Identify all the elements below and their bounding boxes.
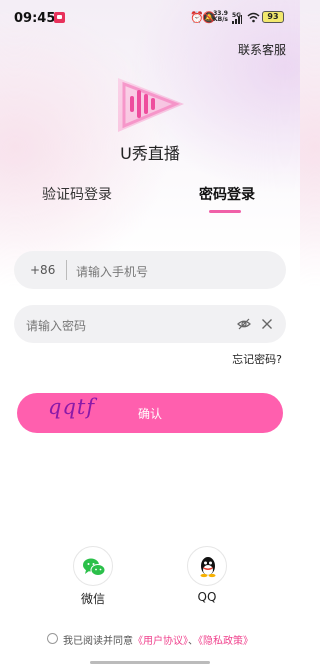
agreement-checkbox[interactable] bbox=[47, 633, 58, 644]
wifi-icon bbox=[247, 12, 260, 23]
agreement-text: 我已阅读并同意《用户协议》、《隐私政策》 bbox=[63, 632, 253, 647]
agreement-prefix: 我已阅读并同意 bbox=[63, 636, 133, 647]
active-tab-indicator bbox=[209, 210, 241, 213]
notification-app-icon bbox=[54, 12, 65, 23]
app-logo bbox=[118, 78, 184, 132]
agreement-separator: 、 bbox=[188, 636, 198, 647]
signal-icon bbox=[232, 15, 242, 24]
password-input-placeholder: 请输入密码 bbox=[26, 319, 87, 333]
contact-service-link[interactable]: 联系客服 bbox=[238, 41, 286, 58]
wechat-login-label: 微信 bbox=[80, 592, 105, 606]
qq-icon bbox=[200, 557, 216, 578]
country-code-selector[interactable]: +86 bbox=[30, 263, 55, 277]
tab-password-login[interactable]: 密码登录 bbox=[199, 184, 255, 204]
user-agreement-link[interactable]: 《用户协议》 bbox=[133, 636, 188, 647]
clear-icon[interactable] bbox=[261, 318, 273, 330]
handwritten-annotation: qqtf bbox=[48, 395, 96, 419]
home-indicator[interactable] bbox=[90, 661, 210, 664]
network-speed: 33.9 KB/s bbox=[213, 10, 228, 23]
hide-password-icon[interactable] bbox=[237, 317, 251, 331]
tab-sms-login[interactable]: 验证码登录 bbox=[42, 184, 112, 204]
qq-login-label: QQ bbox=[197, 590, 217, 604]
wechat-login-button[interactable] bbox=[73, 546, 113, 586]
battery-icon: 93 bbox=[262, 11, 284, 23]
field-divider bbox=[66, 260, 67, 280]
privacy-policy-link[interactable]: 《隐私政策》 bbox=[198, 636, 253, 647]
forgot-password-link[interactable]: 忘记密码? bbox=[232, 351, 282, 367]
app-name: U秀直播 bbox=[120, 144, 180, 163]
qq-login-button[interactable] bbox=[187, 546, 227, 586]
phone-input-placeholder: 请输入手机号 bbox=[76, 265, 149, 279]
status-time: 09:45 bbox=[14, 11, 56, 26]
wechat-icon bbox=[83, 558, 106, 576]
